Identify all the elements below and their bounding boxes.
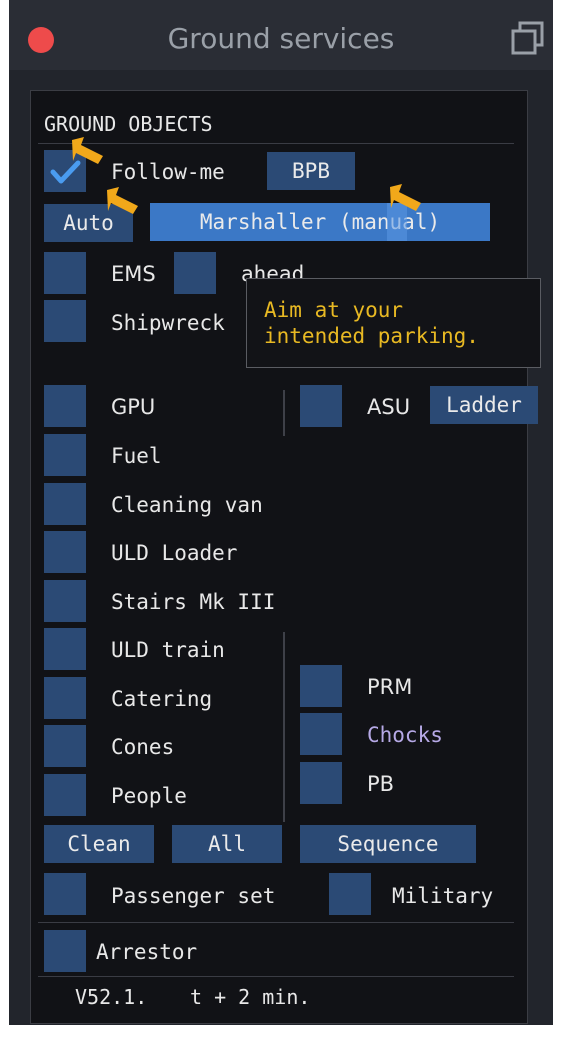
bottom-divider [38,922,514,923]
sequence-button[interactable]: Sequence [300,825,476,863]
pb-checkbox[interactable] [300,762,342,804]
pointer-arrow-icon [107,187,138,214]
cleaning-van-label: Cleaning van [111,493,263,517]
prm-checkbox[interactable] [300,665,342,707]
fuel-checkbox[interactable] [44,434,86,476]
passenger-set-checkbox[interactable] [44,873,86,915]
list-column-divider [283,632,285,822]
arrestor-checkbox[interactable] [44,930,86,972]
ems-checkbox[interactable] [44,252,86,294]
pb-label: PB [367,772,395,796]
bpb-button[interactable]: BPB [267,152,355,190]
fuel-label: Fuel [111,444,162,468]
tooltip-line-2: intended parking. [264,324,479,348]
uld-train-label: ULD train [111,638,225,662]
shipwreck-label: Shipwreck [111,311,225,335]
passenger-set-label: Passenger set [111,884,276,908]
pointer-arrow-icon [390,184,421,211]
chocks-label: Chocks [367,723,443,747]
version-label: V52.1. [75,985,148,1009]
stairs-label: Stairs Mk III [111,590,276,614]
uld-loader-checkbox[interactable] [44,531,86,573]
follow-me-label: Follow-me [111,160,225,184]
pointer-arrow-icon [72,137,103,164]
footer-divider [38,976,514,977]
military-checkbox[interactable] [329,873,371,915]
military-label: Military [392,884,494,908]
gpu-label: GPU [111,395,156,419]
all-button[interactable]: All [172,825,282,863]
prm-label: PRM [367,675,413,699]
ems-label: EMS [111,262,156,286]
stairs-checkbox[interactable] [44,580,86,622]
marshaller-manual-button[interactable]: Marshaller (manual) [150,203,490,241]
tooltip-line-1: Aim at your [264,298,404,322]
gpu-checkbox[interactable] [44,385,86,427]
cones-label: Cones [111,735,175,759]
section-title: GROUND OBJECTS [44,112,213,136]
timer-label: t + 2 min. [190,985,311,1009]
shipwreck-checkbox[interactable] [44,300,86,342]
uld-loader-label: ULD Loader [111,541,238,565]
ahead-checkbox[interactable] [174,252,216,294]
people-checkbox[interactable] [44,774,86,816]
cones-checkbox[interactable] [44,725,86,767]
chocks-checkbox[interactable] [300,713,342,755]
uld-train-checkbox[interactable] [44,628,86,670]
window-title: Ground services [167,22,395,55]
people-label: People [111,784,187,808]
ladder-button[interactable]: Ladder [430,386,538,424]
asu-label: ASU [367,395,411,419]
tooltip: Aim at your intended parking. [246,278,541,368]
restore-window-icon[interactable] [510,20,546,56]
arrestor-label: Arrestor [96,940,198,964]
cleaning-van-checkbox[interactable] [44,483,86,525]
asu-checkbox[interactable] [300,385,342,427]
section-divider [38,143,514,144]
catering-label: Catering [111,687,213,711]
title-bar[interactable]: Ground services [9,0,553,70]
column-divider [283,390,285,436]
clean-button[interactable]: Clean [44,825,154,863]
catering-checkbox[interactable] [44,677,86,719]
